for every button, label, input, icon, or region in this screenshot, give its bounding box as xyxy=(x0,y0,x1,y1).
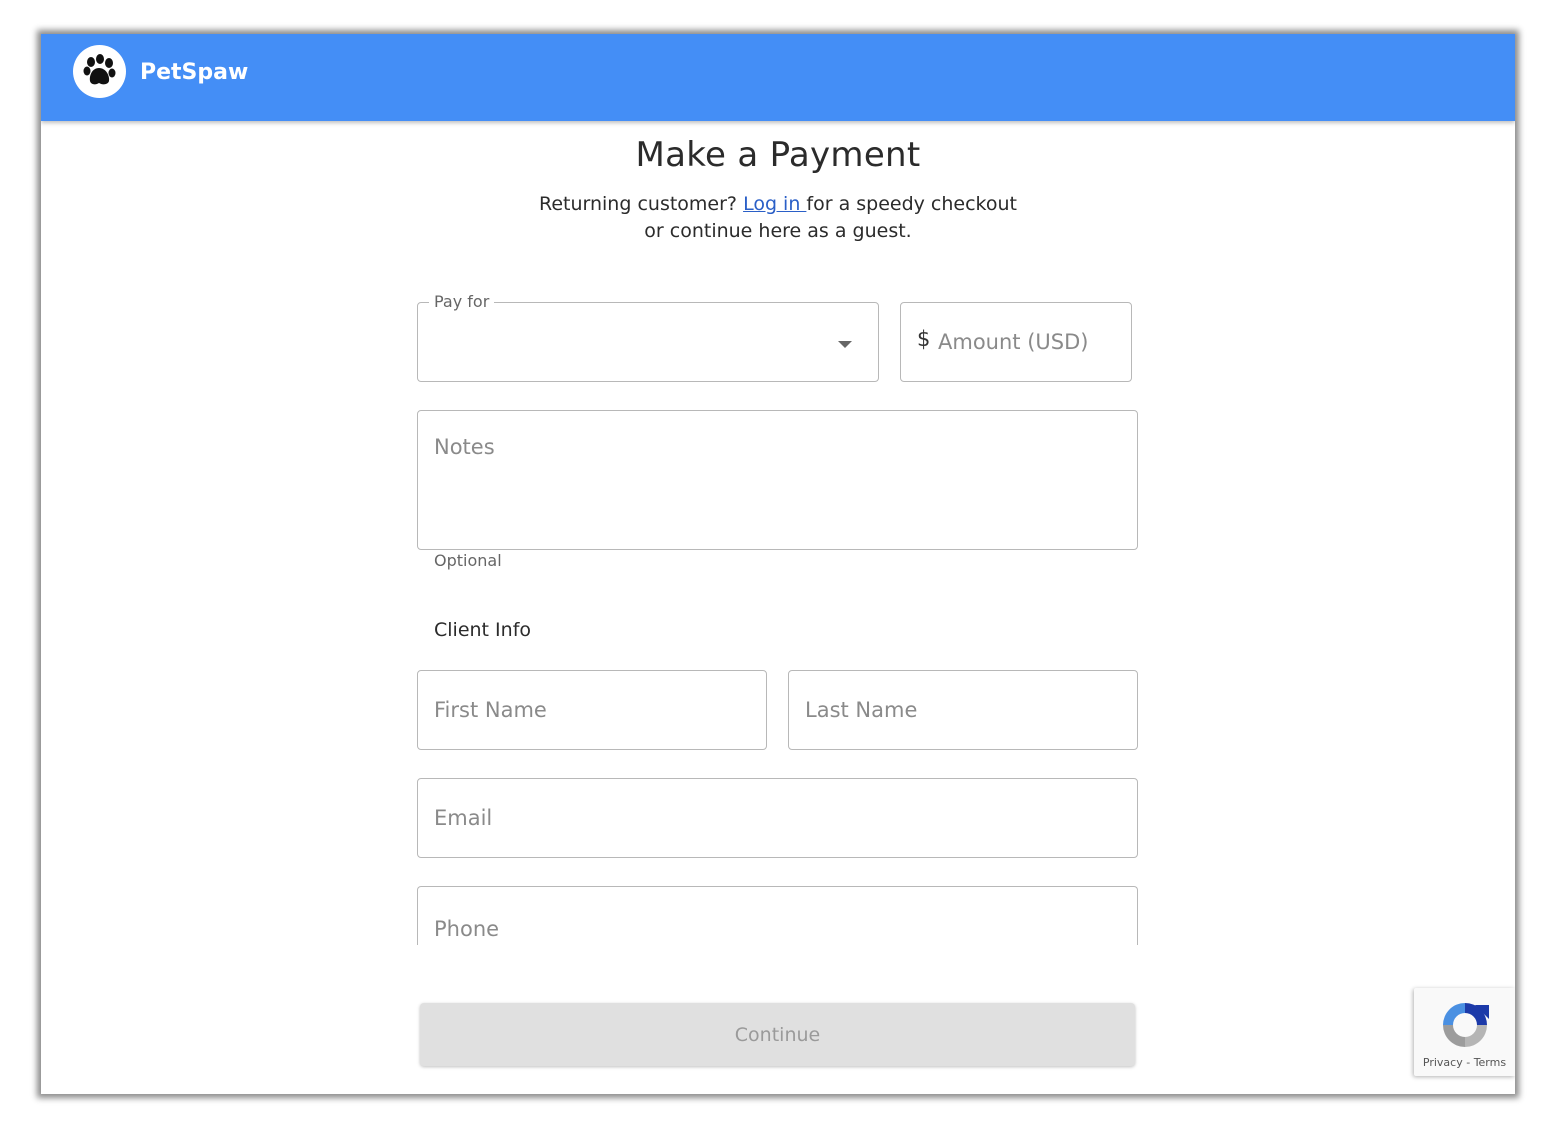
email-input[interactable] xyxy=(434,779,1121,857)
guest-prompt: or continue here as a guest. xyxy=(644,220,912,242)
recaptcha-links: Privacy - Terms xyxy=(1414,1056,1515,1069)
pay-for-select[interactable]: Pay for xyxy=(417,292,879,382)
login-prompt: Returning customer? Log in for a speedy … xyxy=(41,191,1515,245)
recaptcha-separator: - xyxy=(1462,1056,1474,1069)
pay-for-label: Pay for xyxy=(429,292,495,311)
page-title: Make a Payment xyxy=(635,135,921,175)
brand-name[interactable]: PetSpaw xyxy=(140,60,248,85)
notes-helper-text: Optional xyxy=(434,551,502,570)
continue-button[interactable]: Continue xyxy=(420,1003,1135,1066)
recaptcha-terms-link[interactable]: Terms xyxy=(1474,1056,1506,1069)
recaptcha-privacy-link[interactable]: Privacy xyxy=(1423,1056,1463,1069)
phone-field[interactable] xyxy=(417,886,1138,945)
first-name-input[interactable] xyxy=(434,671,750,749)
notes-input[interactable] xyxy=(434,435,1121,495)
chevron-down-icon[interactable] xyxy=(838,341,852,348)
notes-field[interactable] xyxy=(417,410,1138,550)
page-frame: PetSpaw Make a Payment Returning custome… xyxy=(41,34,1515,1094)
amount-field[interactable]: $ xyxy=(900,302,1132,382)
paw-icon xyxy=(83,54,116,85)
login-prompt-prefix: Returning customer? xyxy=(538,193,744,215)
phone-field-container xyxy=(417,886,1138,945)
email-field[interactable] xyxy=(417,778,1138,858)
amount-input[interactable] xyxy=(938,303,1118,381)
phone-input[interactable] xyxy=(434,889,1121,945)
login-prompt-suffix: for a speedy checkout xyxy=(806,193,1018,215)
login-link[interactable]: Log in xyxy=(743,193,806,215)
first-name-field[interactable] xyxy=(417,670,767,750)
brand-logo[interactable] xyxy=(73,45,126,98)
recaptcha-icon xyxy=(1443,1003,1489,1047)
client-info-heading: Client Info xyxy=(434,619,532,641)
last-name-input[interactable] xyxy=(805,671,1121,749)
top-header: PetSpaw xyxy=(41,34,1515,121)
last-name-field[interactable] xyxy=(788,670,1138,750)
currency-prefix: $ xyxy=(917,327,931,351)
recaptcha-badge[interactable]: Privacy - Terms xyxy=(1414,988,1515,1076)
